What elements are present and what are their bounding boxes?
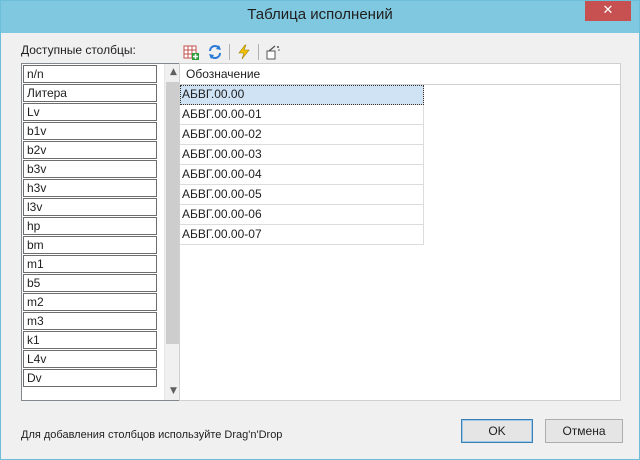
dialog-content: Доступные столбцы: n/n Литера Lv b1v b2v b3v h… xyxy=(9,33,631,453)
available-column-item[interactable]: L4v xyxy=(23,350,157,368)
add-table-icon xyxy=(183,45,199,60)
available-column-item[interactable]: l3v xyxy=(23,198,157,216)
ok-button[interactable]: OK xyxy=(461,419,533,443)
available-column-item[interactable]: k1 xyxy=(23,331,157,349)
available-column-item[interactable]: b1v xyxy=(23,122,157,140)
close-button[interactable]: ✕ xyxy=(585,1,631,21)
window-title: Таблица исполнений xyxy=(247,6,393,23)
available-columns-list[interactable]: n/n Литера Lv b1v b2v b3v h3v l3v hp bm m1 b5 m2 m3 k1… xyxy=(21,63,183,401)
available-columns-label: Доступные столбцы: xyxy=(21,43,136,57)
available-column-item[interactable]: b3v xyxy=(23,160,157,178)
table-row[interactable]: АБВГ.00.00-06 xyxy=(180,205,424,225)
available-column-item[interactable]: b2v xyxy=(23,141,157,159)
drag-drop-hint: Для добавления столбцов используйте Drag… xyxy=(21,429,283,441)
available-column-item[interactable]: Lv xyxy=(23,103,157,121)
clear-icon xyxy=(266,45,280,60)
available-columns-items: n/n Литера Lv b1v b2v b3v h3v l3v hp bm m1 b5 m2 m3 k1… xyxy=(22,64,166,388)
versions-table[interactable]: Обозначение АБВГ.00.00 АБВГ.00.00-01 АБВГ.… xyxy=(179,63,621,401)
refresh-button[interactable] xyxy=(205,42,225,62)
table-row[interactable]: АБВГ.00.00-01 xyxy=(180,105,424,125)
title-bar[interactable]: Таблица исполнений ✕ xyxy=(1,1,639,33)
available-column-item[interactable]: Литера xyxy=(23,84,157,102)
table-row[interactable]: АБВГ.00.00-02 xyxy=(180,125,424,145)
column-header-designation[interactable]: Обозначение xyxy=(180,64,620,85)
available-column-item[interactable]: hp xyxy=(23,217,157,235)
available-column-item[interactable]: b5 xyxy=(23,274,157,292)
lightning-button[interactable] xyxy=(234,42,254,62)
dialog-window: Таблица исполнений ✕ Доступные столбцы: … xyxy=(0,0,640,460)
table-row[interactable]: АБВГ.00.00-07 xyxy=(180,225,424,245)
refresh-icon xyxy=(209,45,221,59)
table-row[interactable]: АБВГ.00.00-05 xyxy=(180,185,424,205)
cancel-button[interactable]: Отмена xyxy=(545,419,623,443)
available-column-item[interactable]: bm xyxy=(23,236,157,254)
lightning-icon xyxy=(238,44,250,60)
table-row[interactable]: АБВГ.00.00 xyxy=(180,85,424,105)
add-table-button[interactable] xyxy=(181,42,201,62)
table-row[interactable]: АБВГ.00.00-03 xyxy=(180,145,424,165)
table-rows: АБВГ.00.00 АБВГ.00.00-01 АБВГ.00.00-02 АБВГ… xyxy=(180,85,620,245)
available-column-item[interactable]: h3v xyxy=(23,179,157,197)
toolbar-separator xyxy=(229,44,230,60)
toolbar xyxy=(181,41,287,63)
clear-button[interactable] xyxy=(263,42,283,62)
available-column-item[interactable]: m2 xyxy=(23,293,157,311)
available-column-item[interactable]: n/n xyxy=(23,65,157,83)
scroll-thumb[interactable] xyxy=(166,82,180,344)
available-column-item[interactable]: Dv xyxy=(23,369,157,387)
available-column-item[interactable]: m3 xyxy=(23,312,157,330)
table-row[interactable]: АБВГ.00.00-04 xyxy=(180,165,424,185)
available-column-item[interactable]: m1 xyxy=(23,255,157,273)
toolbar-separator xyxy=(258,44,259,60)
